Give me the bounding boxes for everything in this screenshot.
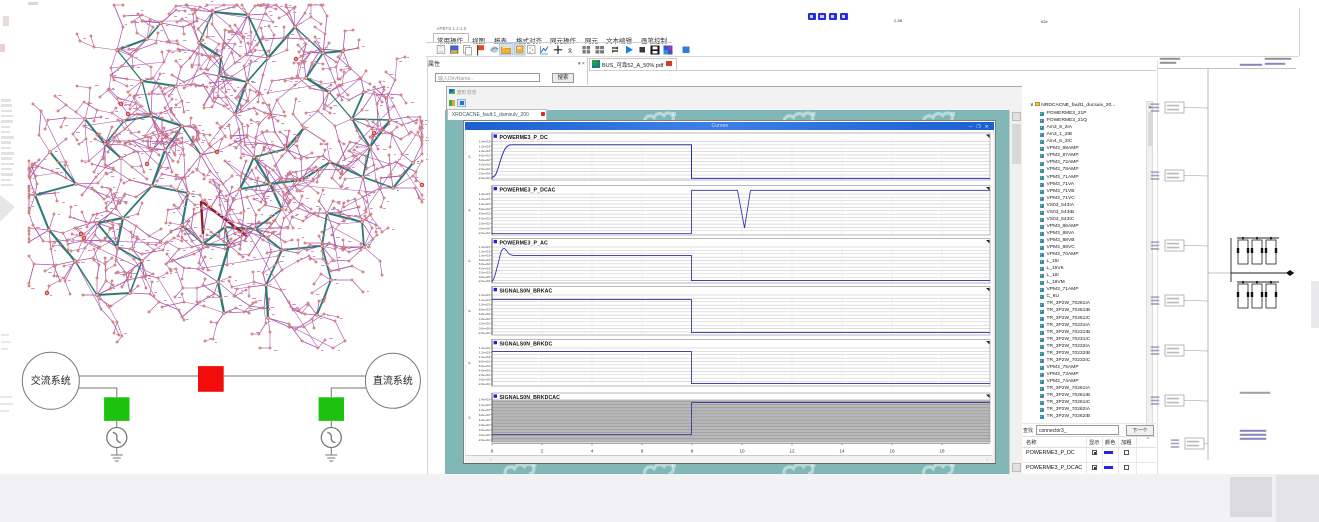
svg-text:6: 6 xyxy=(641,448,644,453)
svg-text:P: P xyxy=(467,209,472,212)
svg-text:POWERME3_P_AC: POWERME3_P_AC xyxy=(500,241,548,247)
svg-text:4.0e+02: 4.0e+02 xyxy=(479,163,491,167)
svg-text:1.0e+03: 1.0e+03 xyxy=(479,303,491,307)
svg-text:-2.0e+02: -2.0e+02 xyxy=(478,438,491,442)
svg-text:6.0e+02: 6.0e+02 xyxy=(479,312,491,316)
svg-text:2.0e+02: 2.0e+02 xyxy=(479,322,491,326)
svg-text:0.0e+00: 0.0e+00 xyxy=(479,433,491,437)
svg-text:2: 2 xyxy=(541,448,544,453)
svg-text:2.0e+02: 2.0e+02 xyxy=(479,428,491,432)
svg-text:0.0e+00: 0.0e+00 xyxy=(479,226,491,230)
svg-text:1.4e+03: 1.4e+03 xyxy=(479,346,491,350)
svg-text:6.0e+02: 6.0e+02 xyxy=(479,212,491,216)
svg-text:x̄: x̄ xyxy=(568,46,573,55)
svg-text:-2.0e+02: -2.0e+02 xyxy=(478,331,491,335)
svg-text:-2.0e+02: -2.0e+02 xyxy=(478,231,491,235)
svg-text:0.0e+00: 0.0e+00 xyxy=(479,326,491,330)
svg-text:POWERME3_P_DC: POWERME3_P_DC xyxy=(500,135,548,141)
svg-text:P: P xyxy=(467,155,472,158)
svg-text:8.0e+02: 8.0e+02 xyxy=(479,153,491,157)
svg-text:8.0e+02: 8.0e+02 xyxy=(479,207,491,211)
svg-text:P: P xyxy=(467,361,472,364)
svg-text:14: 14 xyxy=(839,448,845,453)
svg-text:6.0e+02: 6.0e+02 xyxy=(479,364,491,368)
svg-text:6.0e+02: 6.0e+02 xyxy=(479,158,491,162)
svg-text:4.0e+02: 4.0e+02 xyxy=(479,369,491,373)
svg-text:P: P xyxy=(467,416,472,419)
svg-text:SIGNALS0N_BRKAC: SIGNALS0N_BRKAC xyxy=(500,289,553,295)
svg-text:1.4e+03: 1.4e+03 xyxy=(479,192,491,196)
svg-text:1.2e+03: 1.2e+03 xyxy=(479,351,491,355)
svg-text:4.0e+02: 4.0e+02 xyxy=(479,217,491,221)
svg-text:-2.0e+02: -2.0e+02 xyxy=(478,176,491,180)
svg-text:10: 10 xyxy=(739,448,745,453)
svg-text:8.0e+02: 8.0e+02 xyxy=(479,413,491,417)
svg-text:1.2e+03: 1.2e+03 xyxy=(479,197,491,201)
svg-text:1.0e+03: 1.0e+03 xyxy=(479,355,491,359)
svg-text:1.0e+03: 1.0e+03 xyxy=(479,408,491,412)
svg-text:交流系统: 交流系统 xyxy=(31,374,71,387)
svg-text:P: P xyxy=(467,309,472,312)
svg-text:0: 0 xyxy=(491,448,494,453)
svg-text:1.4e+03: 1.4e+03 xyxy=(479,140,491,144)
svg-text:0.0e+00: 0.0e+00 xyxy=(479,378,491,382)
svg-text:2.0e+02: 2.0e+02 xyxy=(479,167,491,171)
svg-text:1.4e+03: 1.4e+03 xyxy=(479,293,491,297)
svg-text:1.0e+03: 1.0e+03 xyxy=(479,149,491,153)
svg-text:8.0e+02: 8.0e+02 xyxy=(479,307,491,311)
svg-text:1.0e+03: 1.0e+03 xyxy=(479,202,491,206)
svg-text:4: 4 xyxy=(591,448,594,453)
svg-text:16: 16 xyxy=(889,448,895,453)
svg-text:4.0e+02: 4.0e+02 xyxy=(479,423,491,427)
svg-text:-2.0e+02: -2.0e+02 xyxy=(478,279,491,283)
svg-text:P: P xyxy=(467,259,472,262)
svg-text:18: 18 xyxy=(939,448,945,453)
svg-text:12: 12 xyxy=(789,448,795,453)
svg-text:2.0e+02: 2.0e+02 xyxy=(479,373,491,377)
svg-text:直流系统: 直流系统 xyxy=(373,374,413,387)
svg-text:-2.0e+02: -2.0e+02 xyxy=(478,382,491,386)
svg-text:0.0e+00: 0.0e+00 xyxy=(479,172,491,176)
svg-text:4.0e+02: 4.0e+02 xyxy=(479,317,491,321)
svg-text:8.0e+02: 8.0e+02 xyxy=(479,360,491,364)
svg-text:1.2e+03: 1.2e+03 xyxy=(479,298,491,302)
svg-text:POWERME3_P_DCAC: POWERME3_P_DCAC xyxy=(500,188,556,194)
svg-text:1.4e+03: 1.4e+03 xyxy=(479,398,491,402)
svg-text:6.0e+02: 6.0e+02 xyxy=(479,418,491,422)
svg-text:8: 8 xyxy=(691,448,694,453)
svg-text:SIGNALS0N_BRKDC: SIGNALS0N_BRKDC xyxy=(500,342,553,348)
svg-text:2.0e+02: 2.0e+02 xyxy=(479,221,491,225)
svg-text:1.2e+03: 1.2e+03 xyxy=(479,403,491,407)
svg-text:1.2e+03: 1.2e+03 xyxy=(479,144,491,148)
svg-text:SIGNALS0N_BRKDCAC: SIGNALS0N_BRKDCAC xyxy=(500,395,561,401)
